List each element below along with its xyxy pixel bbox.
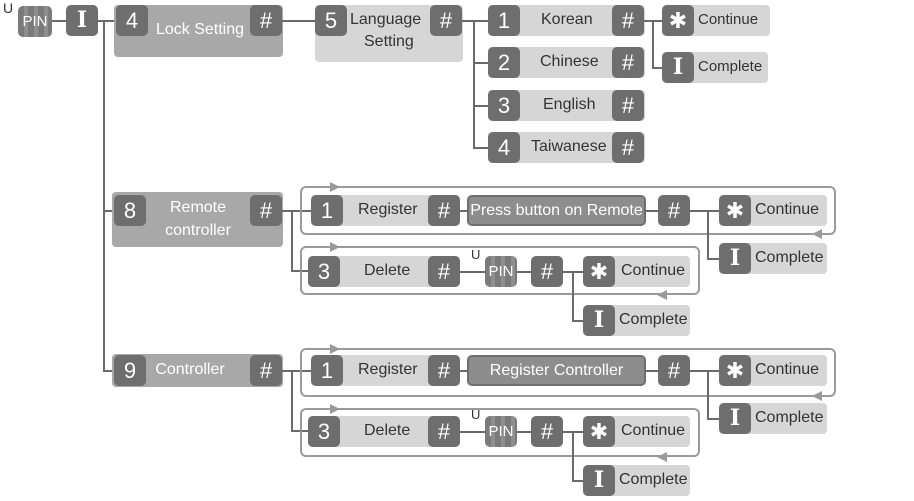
continue-label: Continue xyxy=(755,361,820,378)
arrow-right-icon xyxy=(330,344,340,354)
connector xyxy=(460,431,485,433)
hash-key: # xyxy=(658,355,690,386)
remote-submenu: 1 Register # Press button on Remote # ✱ … xyxy=(0,0,914,336)
connector xyxy=(291,370,293,431)
arrow-left-icon xyxy=(657,452,667,462)
star-key: ✱ xyxy=(719,355,751,386)
pin-key: PIN xyxy=(485,416,517,447)
enter-key: I xyxy=(583,465,615,496)
arrow-left-icon xyxy=(812,391,822,401)
register-label: Register xyxy=(358,361,418,378)
enter-key: I xyxy=(719,403,751,434)
hash-key: # xyxy=(250,355,282,386)
connector xyxy=(646,370,658,372)
lock-settings-diagram: U PIN I 4 Lock Setting # 5 Language Sett… xyxy=(0,0,914,501)
key-1: 1 xyxy=(311,355,343,386)
star-key: ✱ xyxy=(583,416,615,447)
connector xyxy=(572,320,583,322)
hash-key: # xyxy=(531,416,563,447)
controller-label: Controller xyxy=(155,361,225,378)
connector xyxy=(517,431,531,433)
complete-label: Complete xyxy=(755,409,824,426)
arrow-right-icon xyxy=(330,404,340,414)
connector xyxy=(707,370,709,420)
continue-label: Continue xyxy=(621,422,686,439)
hash-key: # xyxy=(428,355,460,386)
register-controller-step: Register Controller xyxy=(467,355,646,386)
u-mark: U xyxy=(471,407,481,422)
hash-key: # xyxy=(428,416,460,447)
connector xyxy=(572,431,574,481)
key-9: 9 xyxy=(114,355,146,386)
connector xyxy=(690,370,719,372)
connector xyxy=(707,418,719,420)
key-3: 3 xyxy=(308,416,340,447)
complete-label: Complete xyxy=(619,471,688,488)
connector xyxy=(572,480,583,482)
controller-submenu: 1 Register # Register Controller # ✱ Con… xyxy=(0,160,914,496)
connector xyxy=(460,370,467,372)
delete-label: Delete xyxy=(364,422,411,439)
